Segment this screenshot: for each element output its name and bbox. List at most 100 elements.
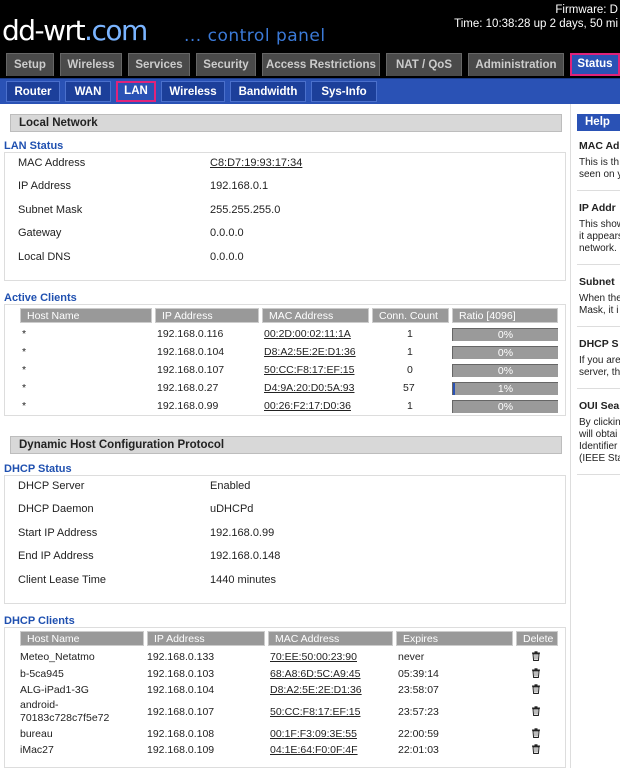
ac-row2-count: 0 (407, 364, 413, 376)
lan-dns-value: 0.0.0.0 (210, 251, 244, 263)
ac-row4-ip: 192.168.0.99 (157, 400, 219, 412)
ac-col-count: Conn. Count (372, 308, 449, 323)
ac-col-ip: IP Address (155, 308, 259, 323)
dc-row1-ip: 192.168.0.103 (147, 668, 215, 680)
dc-row5-mac[interactable]: 04:1E:64:F0:0F:4F (270, 744, 358, 756)
subtab-sys-info[interactable]: Sys-Info (311, 81, 377, 102)
help-oui-line1: By clickin (579, 417, 620, 428)
dhcp-start-label: Start IP Address (18, 527, 98, 539)
lan-ip-label: IP Address (18, 180, 71, 192)
lan-mac-value[interactable]: C8:D7:19:93:17:34 (210, 157, 302, 169)
help-dhcp-line1: If you are (579, 355, 620, 366)
subtab-lan[interactable]: LAN (116, 81, 156, 102)
dc-row0-host: Meteo_Netatmo (20, 651, 95, 663)
ac-row2-mac[interactable]: 50:CC:F8:17:EF:15 (264, 364, 354, 376)
main-content: Local Network LAN Status MAC Address C8:… (0, 104, 570, 768)
help-subnet-line1: When the (579, 293, 620, 304)
tab-setup[interactable]: Setup (6, 53, 54, 76)
dhcp-clients-label: DHCP Clients (4, 615, 75, 627)
ac-row1-mac[interactable]: D8:A2:5E:2E:D1:36 (264, 346, 356, 358)
help-ip-line1: This show (579, 219, 620, 230)
ratio-text: 1% (497, 383, 514, 395)
ac-row0-host: * (22, 328, 27, 340)
lan-gateway-label: Gateway (18, 227, 62, 239)
dc-row4-expires: 22:00:59 (398, 728, 439, 740)
subtab-router[interactable]: Router (6, 81, 60, 102)
ratio-text: 0% (497, 329, 514, 341)
lan-dns-label: Local DNS (18, 251, 71, 263)
dc-row3-mac[interactable]: 50:CC:F8:17:EF:15 (270, 706, 360, 718)
help-dhcp-line2: server, th (579, 367, 620, 378)
dhcp-daemon-value: uDHCPd (210, 503, 254, 515)
top-header: dd-wrt.com ... control panel Firmware: D… (0, 0, 620, 50)
help-ip-line3: network. (579, 243, 617, 254)
trash-icon[interactable] (531, 651, 541, 661)
ac-row4-mac[interactable]: 00:26:F2:17:D0:36 (264, 400, 351, 412)
help-divider (577, 326, 620, 327)
lan-status-label: LAN Status (4, 140, 64, 152)
trash-icon[interactable] (531, 668, 541, 678)
help-panel: Help MAC Ad This is th seen on y IP Addr… (570, 104, 620, 768)
ac-col-ratio: Ratio [4096] (452, 308, 558, 323)
dc-row2-host: ALG-iPad1-3G (20, 684, 89, 696)
ac-row3-ratio: 1% (452, 382, 558, 395)
lan-mac-label: MAC Address (18, 157, 86, 169)
dc-col-mac: MAC Address (268, 631, 393, 646)
trash-icon[interactable] (531, 744, 541, 754)
trash-icon[interactable] (531, 728, 541, 738)
dc-row3-expires: 23:57:23 (398, 706, 439, 718)
dhcp-status-label: DHCP Status (4, 463, 72, 475)
dhcp-header: Dynamic Host Configuration Protocol (10, 436, 562, 454)
tab-access-restrictions[interactable]: Access Restrictions (262, 53, 380, 76)
dhcp-end-value: 192.168.0.148 (210, 550, 281, 562)
dc-row0-expires: never (398, 651, 425, 663)
subtab-wan[interactable]: WAN (65, 81, 111, 102)
dc-row3-ip: 192.168.0.107 (147, 706, 215, 718)
tab-nat-qos[interactable]: NAT / QoS (386, 53, 462, 76)
lan-gateway-value: 0.0.0.0 (210, 227, 244, 239)
dhcp-daemon-label: DHCP Daemon (18, 503, 94, 515)
tab-security[interactable]: Security (196, 53, 256, 76)
ac-row2-ip: 192.168.0.107 (157, 364, 225, 376)
ac-row1-count: 1 (407, 346, 413, 358)
tab-status[interactable]: Status (570, 53, 620, 76)
help-ip-line2: it appears (579, 231, 620, 242)
subtab-wireless[interactable]: Wireless (161, 81, 225, 102)
control-panel-tagline: ... control panel (184, 26, 326, 46)
dc-row4-mac[interactable]: 00:1F:F3:09:3E:55 (270, 728, 357, 740)
dc-row2-expires: 23:58:07 (398, 684, 439, 696)
tab-services[interactable]: Services (128, 53, 190, 76)
ac-row1-host: * (22, 346, 27, 358)
dhcp-lease-label: Client Lease Time (18, 574, 107, 586)
logo-domain: .com (84, 14, 148, 47)
dc-row2-mac[interactable]: D8:A2:5E:2E:D1:36 (270, 684, 362, 696)
dhcp-server-label: DHCP Server (18, 480, 85, 492)
dc-row5-ip: 192.168.0.109 (147, 744, 215, 756)
ac-row1-ip: 192.168.0.104 (157, 346, 225, 358)
help-oui-line4: (IEEE Sta (579, 453, 620, 464)
dhcp-start-value: 192.168.0.99 (210, 527, 275, 539)
dc-row1-mac[interactable]: 68:A8:6D:5C:A9:45 (270, 668, 360, 680)
dc-row0-mac[interactable]: 70:EE:50:00:23:90 (270, 651, 357, 663)
ac-row2-host: * (22, 364, 27, 376)
ac-row3-mac[interactable]: D4:9A:20:D0:5A:93 (264, 382, 354, 394)
help-dhcp-title: DHCP S (579, 338, 619, 350)
ac-col-mac: MAC Address (262, 308, 369, 323)
ac-row1-ratio: 0% (452, 346, 558, 359)
dhcp-server-value: Enabled (210, 480, 251, 492)
tab-wireless[interactable]: Wireless (60, 53, 122, 76)
ac-row0-mac[interactable]: 00:2D:00:02:11:1A (264, 328, 351, 340)
dc-col-expires: Expires (396, 631, 513, 646)
trash-icon[interactable] (531, 706, 541, 716)
tab-administration[interactable]: Administration (468, 53, 564, 76)
trash-icon[interactable] (531, 684, 541, 694)
active-clients-label: Active Clients (4, 292, 77, 304)
subtab-bandwidth[interactable]: Bandwidth (230, 81, 306, 102)
help-divider (577, 388, 620, 389)
dhcp-lease-value: 1440 minutes (210, 574, 277, 586)
ac-row4-count: 1 (407, 400, 413, 412)
help-oui-line3: Identifier (579, 441, 618, 452)
dc-row5-host: iMac27 (20, 744, 54, 756)
ac-row0-ip: 192.168.0.116 (157, 328, 224, 340)
help-oui-line2: will obtai (579, 429, 618, 440)
